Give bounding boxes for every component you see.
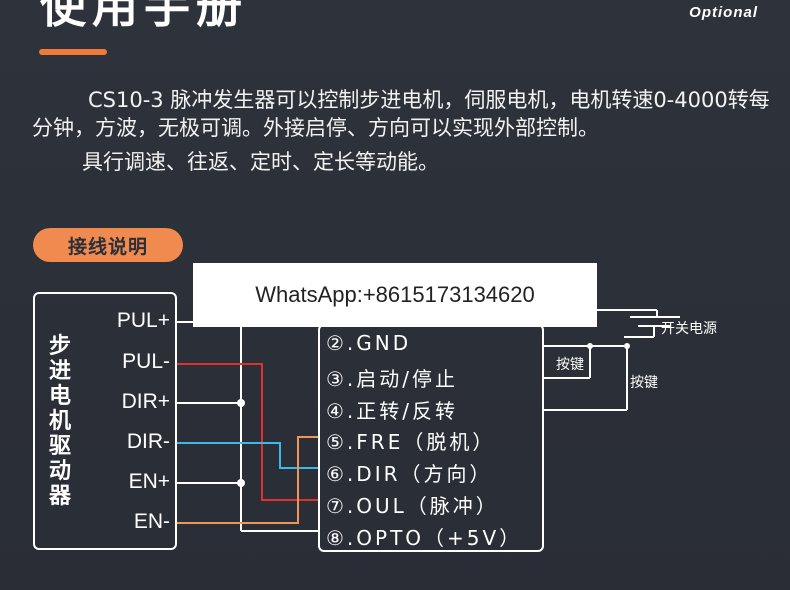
terminal-start-stop: ③.启动/停止: [326, 367, 459, 391]
pin-dir-plus: DIR+: [121, 390, 170, 413]
terminal-gnd: ②.GND: [326, 331, 412, 355]
junction-dir-plus: [237, 399, 245, 407]
pin-pul-plus: PUL+: [116, 309, 170, 332]
junction-key: [587, 343, 593, 349]
pin-en-minus: EN-: [133, 510, 170, 533]
terminal-opto: ⑧.OPTO（+5V）: [326, 526, 523, 550]
wire-en-minus: [177, 436, 318, 524]
terminal-oul: ⑦.OUL（脉冲）: [326, 494, 499, 518]
label-key-2: 按键: [630, 375, 658, 391]
pin-en-plus: EN+: [128, 470, 170, 493]
wire-pul-minus: [177, 363, 318, 501]
junction-en-plus: [237, 479, 245, 487]
terminal-fre: ⑤.FRE（脱机）: [326, 430, 496, 454]
whatsapp-overlay: WhatsApp:+8615173134620: [193, 263, 597, 327]
label-key-1: 按键: [556, 357, 584, 373]
pin-pul-minus: PUL-: [122, 350, 170, 373]
terminal-dir: ⑥.DIR（方向）: [326, 462, 493, 486]
junction-key2: [624, 343, 630, 349]
stepper-driver-name: 步进电机驱动器: [48, 334, 71, 509]
label-power-switch: 开关电源: [661, 321, 717, 337]
pin-dir-minus: DIR-: [126, 430, 170, 453]
wire-dir-minus: [177, 442, 318, 469]
terminal-forward-reverse: ④.正转/反转: [326, 399, 459, 423]
